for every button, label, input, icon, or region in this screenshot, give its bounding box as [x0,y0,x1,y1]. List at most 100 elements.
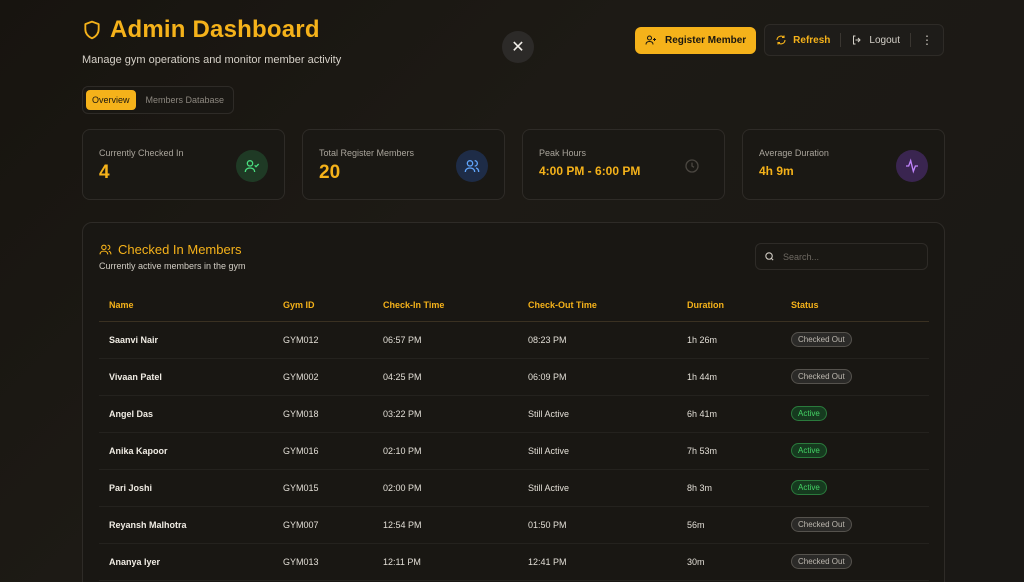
logout-icon [853,35,862,45]
status-cell: Active [781,469,929,507]
table-row[interactable]: Vivaan Patel GYM002 04:25 PM 06:09 PM 1h 44m… [99,358,929,396]
member-gym-id: GYM016 [273,432,373,470]
close-button[interactable]: ✕ [502,31,534,63]
stats-row: Currently Checked In 4 Total Register Me… [82,129,945,200]
members-table: Name Gym ID Check-In Time Check-Out Time… [99,289,929,581]
table-row[interactable]: Saanvi Nair GYM012 06:57 PM 08:23 PM 1h 26m C… [99,321,929,359]
logout-button[interactable]: Logout [851,34,900,46]
table-row[interactable]: Ananya Iyer GYM013 12:11 PM 12:41 PM 30m Chec… [99,543,929,581]
check-out-time: 08:23 PM [518,321,677,359]
status-cell: Active [781,395,929,433]
check-in-time: 12:11 PM [373,543,518,581]
divider [840,33,842,47]
status-cell: Checked Out [781,321,929,359]
column-header-status[interactable]: Status [781,289,929,322]
check-out-time: Still Active [518,432,677,470]
session-duration: 1h 44m [677,358,781,396]
check-in-time: 12:54 PM [373,506,518,544]
stat-card-peak-hours: Peak Hours 4:00 PM - 6:00 PM [522,129,725,200]
logout-label: Logout [869,34,900,46]
session-duration: 8h 3m [677,469,781,507]
panel-subtitle: Currently active members in the gym [99,261,246,271]
page-title: Admin Dashboard [110,16,320,43]
member-name: Reyansh Malhotra [99,506,273,544]
member-gym-id: GYM018 [273,395,373,433]
check-in-time: 02:00 PM [373,469,518,507]
tab-members-database[interactable]: Members Database [140,90,231,110]
session-duration: 56m [677,506,781,544]
check-out-time: Still Active [518,469,677,507]
panel-header: Checked In Members Currently active memb… [99,242,246,271]
table-row[interactable]: Pari Joshi GYM015 02:00 PM Still Active 8h 3… [99,469,929,507]
status-badge: Active [791,480,827,495]
register-member-label: Register Member [665,34,747,46]
refresh-icon [776,35,786,45]
member-name: Angel Das [99,395,273,433]
check-in-time: 03:22 PM [373,395,518,433]
register-member-button[interactable]: Register Member [635,26,757,54]
page-subtitle: Manage gym operations and monitor member… [82,54,342,66]
search-input[interactable] [783,251,923,262]
stat-card-checked-in: Currently Checked In 4 [82,129,285,200]
divider [910,33,911,47]
table-row[interactable]: Angel Das GYM018 03:22 PM Still Active 6h 41… [99,395,929,433]
refresh-label: Refresh [793,34,831,46]
session-duration: 6h 41m [677,395,781,433]
action-group: Refresh Logout ⋮ [764,24,944,56]
status-badge: Active [791,443,827,458]
status-cell: Checked Out [781,506,929,544]
check-out-time: 06:09 PM [518,358,677,396]
checked-in-members-panel: Checked In Members Currently active memb… [82,222,945,582]
session-duration: 30m [677,543,781,581]
title-row: Admin Dashboard [82,16,341,44]
close-icon: ✕ [511,39,525,56]
table-row[interactable]: Reyansh Malhotra GYM007 12:54 PM 01:50 PM 56… [99,506,929,544]
status-cell: Checked Out [781,543,929,581]
member-name: Anika Kapoor [99,432,273,470]
column-header-check-out[interactable]: Check-Out Time [518,289,677,322]
clock-icon [676,150,708,182]
more-options-icon[interactable]: ⋮ [921,33,933,47]
search-box [755,243,928,270]
check-in-time: 04:25 PM [373,358,518,396]
users-icon [99,244,112,255]
user-plus-icon [645,35,657,45]
status-badge: Checked Out [791,517,852,532]
refresh-button[interactable]: Refresh [775,34,830,46]
users-icon [456,150,488,182]
column-header-gym-id[interactable]: Gym ID [273,289,373,322]
check-out-time: Still Active [518,395,677,433]
tab-overview[interactable]: Overview [86,90,136,110]
user-check-icon [236,150,268,182]
column-header-duration[interactable]: Duration [677,289,781,322]
table-row[interactable]: Anika Kapoor GYM016 02:10 PM Still Active 7h… [99,432,929,470]
member-gym-id: GYM015 [273,469,373,507]
panel-title-text: Checked In Members [118,242,242,257]
member-gym-id: GYM012 [273,321,373,359]
member-gym-id: GYM013 [273,543,373,581]
table-header-row: Name Gym ID Check-In Time Check-Out Time… [99,289,929,322]
shield-icon [84,20,100,40]
member-gym-id: GYM007 [273,506,373,544]
activity-icon [896,150,928,182]
header: Admin Dashboard Manage gym operations an… [82,16,341,66]
member-name: Vivaan Patel [99,358,273,396]
column-header-check-in[interactable]: Check-In Time [373,289,518,322]
column-header-name[interactable]: Name [99,289,273,322]
member-gym-id: GYM002 [273,358,373,396]
check-out-time: 12:41 PM [518,543,677,581]
panel-title: Checked In Members [99,242,246,257]
member-name: Pari Joshi [99,469,273,507]
status-badge: Checked Out [791,554,852,569]
tab-bar: Overview Members Database [82,86,235,114]
status-cell: Checked Out [781,358,929,396]
check-out-time: 01:50 PM [518,506,677,544]
header-actions: Register Member Refresh Logout ⋮ [635,24,944,56]
member-name: Saanvi Nair [99,321,273,359]
check-in-time: 02:10 PM [373,432,518,470]
check-in-time: 06:57 PM [373,321,518,359]
member-name: Ananya Iyer [99,543,273,581]
status-badge: Checked Out [791,369,852,384]
session-duration: 7h 53m [677,432,781,470]
session-duration: 1h 26m [677,321,781,359]
